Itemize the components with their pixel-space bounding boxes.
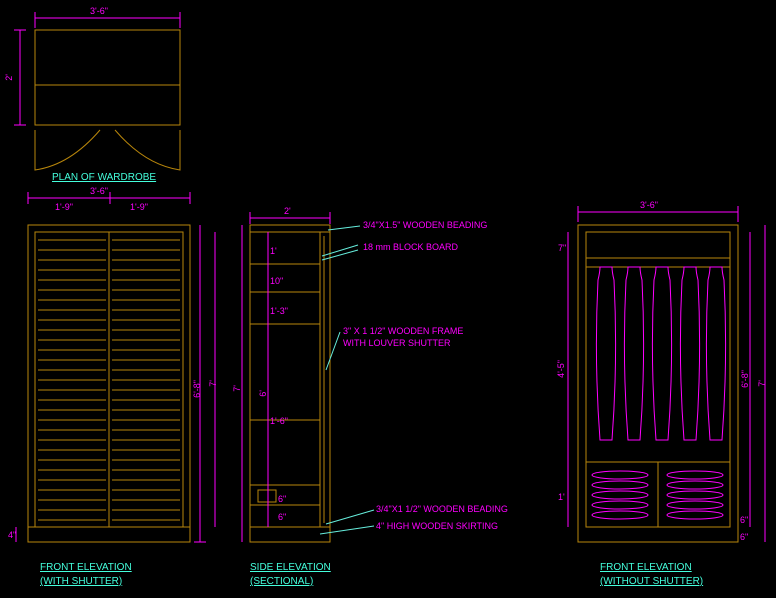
side-hanging: 6'	[258, 390, 268, 397]
side-b: 10"	[270, 276, 283, 286]
fs-dim-half-l: 1'-9"	[55, 202, 73, 212]
fo-top: 7"	[558, 243, 566, 253]
note-frame1: 3" X 1 1/2" WOODEN FRAME	[343, 326, 463, 336]
fo-overall: 3'-6"	[640, 200, 658, 210]
note-bead1: 3/4"X1.5" WOODEN BEADING	[363, 220, 487, 230]
note-skirt: 4" HIGH WOODEN SKIRTING	[376, 521, 498, 531]
fs-dim-overall: 3'-6"	[90, 186, 108, 196]
side-title1: SIDE ELEVATION	[250, 562, 331, 573]
plan-title: PLAN OF WARDROBE	[52, 172, 156, 183]
side-bot1: 6"	[278, 494, 286, 504]
fo-title2: (WITHOUT SHUTTER)	[600, 576, 703, 587]
note-bead2: 3/4"X1 1/2" WOODEN BEADING	[376, 504, 508, 514]
fo-bot1: 6"	[740, 515, 748, 525]
side-title2: (SECTIONAL)	[250, 576, 313, 587]
side-dim-top: 2'	[284, 206, 291, 216]
plan-dim-left: 2'	[4, 74, 14, 81]
fs-h-inner: 6'-8"	[192, 380, 202, 398]
side-overall: 7'	[232, 385, 242, 392]
plan-dim-top: 3'-6"	[90, 6, 108, 16]
fo-hang: 4'-5"	[556, 360, 566, 378]
side-shelf: 1'-6"	[270, 416, 288, 426]
fs-h-outer: 7'	[208, 380, 218, 387]
fo-drawer: 1'	[558, 492, 565, 502]
side-a: 1'	[270, 246, 277, 256]
fo-bot2: 6"	[740, 532, 748, 542]
fs-dim-half-r: 1'-9"	[130, 202, 148, 212]
fs-bottom: 4"	[8, 530, 16, 540]
fo-title1: FRONT ELEVATION	[600, 562, 692, 573]
fo-total: 6'-8"	[740, 370, 750, 388]
fs-title1: FRONT ELEVATION	[40, 562, 132, 573]
side-bot2: 6"	[278, 512, 286, 522]
note-block: 18 mm BLOCK BOARD	[363, 242, 458, 252]
side-c: 1'-3"	[270, 306, 288, 316]
fs-title2: (WITH SHUTTER)	[40, 576, 122, 587]
fo-overall-r: 7'	[757, 380, 767, 387]
note-frame2: WITH LOUVER SHUTTER	[343, 338, 451, 348]
